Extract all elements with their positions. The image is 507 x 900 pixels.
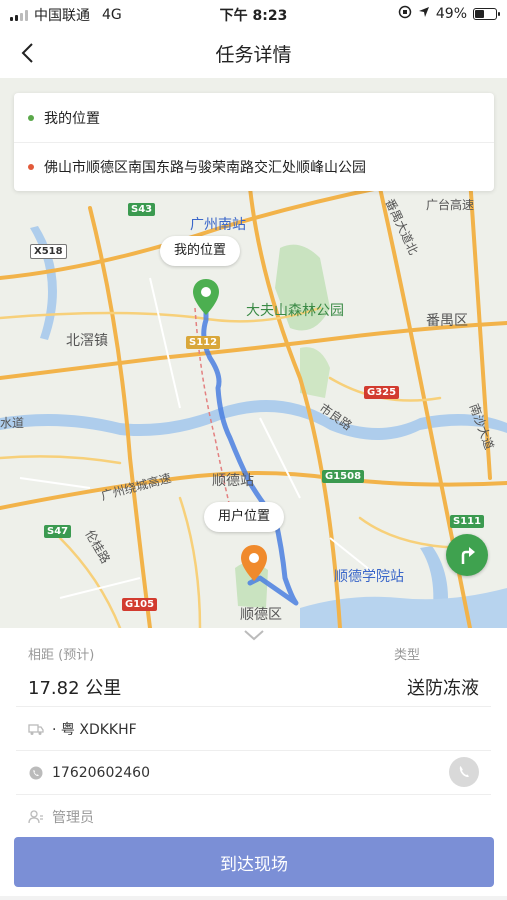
road-guangtai: 广台高速 xyxy=(426,198,475,212)
shield-s43: S43 xyxy=(128,203,156,216)
shield-s111: S111 xyxy=(450,515,485,528)
role-label: 管理员 xyxy=(52,810,94,826)
shield-g325: G325 xyxy=(364,386,400,399)
distance-label: 相距 (预计) xyxy=(28,648,95,663)
role-row: 管理员 xyxy=(28,796,491,838)
map-view[interactable]: 我的位置 佛山市顺德区南国东路与骏荣南路交汇处顺峰山公园 广州南站 大夫山森林公… xyxy=(0,78,507,628)
user-icon xyxy=(28,809,44,825)
place-shunde-college: 顺德学院站 xyxy=(334,569,404,585)
battery-icon xyxy=(473,8,500,20)
page-title: 任务详情 xyxy=(215,44,292,66)
road-water: 水道 xyxy=(0,416,25,430)
distance-value: 17.82 公里 xyxy=(28,678,122,699)
status-bar: 中国联通 4G 下午 8:23 49% xyxy=(0,0,507,28)
location-arrow-icon xyxy=(418,6,430,22)
shield-g1508: G1508 xyxy=(322,470,365,483)
shield-g105: G105 xyxy=(122,598,158,611)
destination-label: 佛山市顺德区南国东路与骏荣南路交汇处顺峰山公园 xyxy=(44,160,366,176)
phone-icon xyxy=(28,765,44,781)
origin-row[interactable]: 我的位置 xyxy=(14,93,494,142)
place-dafushan: 大夫山森林公园 xyxy=(246,303,344,319)
shield-s112: S112 xyxy=(186,336,221,349)
origin-label: 我的位置 xyxy=(44,110,100,127)
place-shunde-district: 顺德区 xyxy=(240,607,282,623)
home-indicator xyxy=(0,896,507,900)
shield-x518: X518 xyxy=(30,244,67,259)
task-detail-panel: 相距 (预计) 17.82 公里 类型 送防冻液 · 粤 XDKKHF 1762… xyxy=(0,628,507,900)
shield-s47: S47 xyxy=(44,525,72,538)
nav-bar: 任务详情 xyxy=(0,28,507,78)
plate-row: · 粤 XDKKHF xyxy=(28,708,491,750)
plate-number: · 粤 XDKKHF xyxy=(52,722,137,738)
destination-dot xyxy=(28,164,34,170)
destination-pin-icon[interactable] xyxy=(240,544,268,582)
turn-right-icon xyxy=(461,547,475,564)
truck-icon xyxy=(28,721,44,737)
phone-row: 17620602460 xyxy=(28,752,491,794)
call-button[interactable] xyxy=(449,757,479,787)
user-location-bubble: 用户位置 xyxy=(204,502,285,532)
phone-call-icon xyxy=(459,766,469,777)
place-shunde-station: 顺德站 xyxy=(212,473,254,489)
divider xyxy=(16,794,491,795)
type-label: 类型 xyxy=(394,648,421,663)
type-value: 送防冻液 xyxy=(407,678,479,699)
route-card: 我的位置 佛山市顺德区南国东路与骏荣南路交汇处顺峰山公园 xyxy=(14,93,494,191)
origin-dot xyxy=(28,114,34,121)
phone-number: 17620602460 xyxy=(52,765,150,781)
my-location-bubble: 我的位置 xyxy=(160,236,241,266)
place-panyu: 番禺区 xyxy=(426,313,468,329)
status-right: 49% xyxy=(398,5,500,23)
place-guangzhou-south: 广州南站 xyxy=(190,217,246,233)
arrive-button[interactable]: 到达现场 xyxy=(14,837,494,887)
rotation-lock-icon xyxy=(398,5,412,23)
place-beijiao: 北滘镇 xyxy=(66,333,108,349)
origin-pin-icon[interactable] xyxy=(192,278,220,316)
navigate-button[interactable] xyxy=(446,534,488,576)
divider xyxy=(16,706,491,707)
chevron-down-icon[interactable] xyxy=(243,628,265,642)
divider xyxy=(16,750,491,751)
battery-percent: 49% xyxy=(435,6,467,22)
destination-row[interactable]: 佛山市顺德区南国东路与骏荣南路交汇处顺峰山公园 xyxy=(14,142,494,191)
